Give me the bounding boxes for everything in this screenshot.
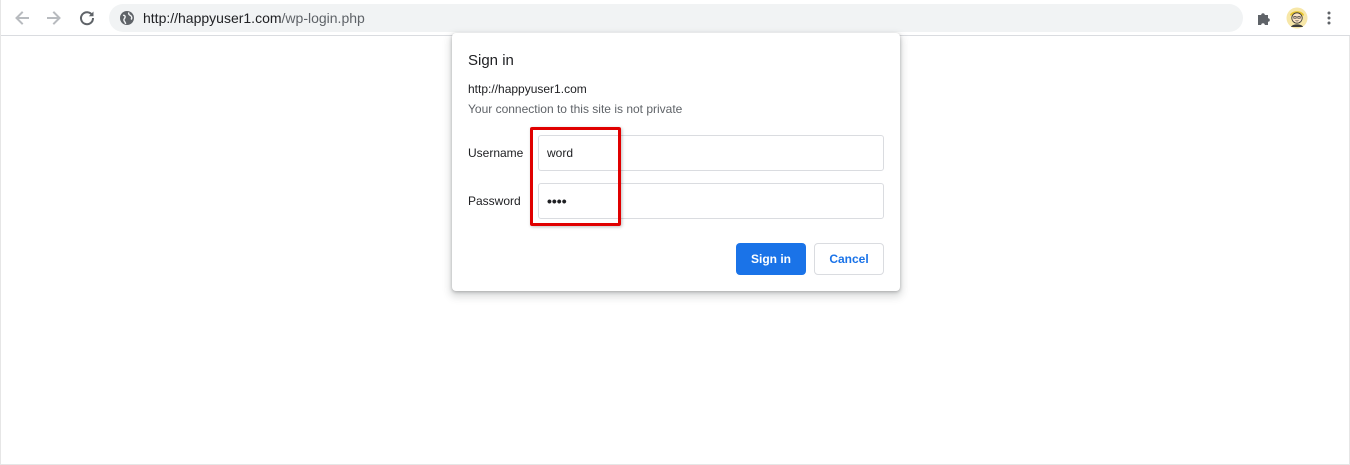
reload-icon [80, 11, 95, 26]
avatar-icon [1286, 7, 1308, 29]
password-input[interactable]: •••• [538, 183, 884, 219]
browser-toolbar: http://happyuser1.com/wp-login.php [1, 0, 1350, 36]
kebab-menu-icon [1327, 11, 1331, 25]
connection-warning: Your connection to this site is not priv… [468, 102, 683, 116]
reload-button[interactable] [75, 6, 99, 30]
dialog-title: Sign in [468, 52, 514, 69]
browser-window: http://happyuser1.com/wp-login.php Sign … [0, 0, 1350, 465]
cancel-button[interactable]: Cancel [814, 243, 884, 275]
puzzle-icon [1258, 13, 1270, 25]
username-label: Username [468, 146, 524, 160]
forward-arrow-icon [47, 11, 61, 25]
password-label: Password [468, 194, 521, 208]
browser-menu-button[interactable] [1317, 6, 1341, 30]
back-button[interactable] [10, 6, 34, 30]
username-input[interactable]: word [538, 135, 884, 171]
back-arrow-icon [15, 11, 29, 25]
address-bar[interactable]: http://happyuser1.com/wp-login.php [109, 4, 1243, 32]
sign-in-button[interactable]: Sign in [736, 243, 806, 275]
url-text: http://happyuser1.com/wp-login.php [143, 10, 365, 26]
forward-button[interactable] [42, 6, 66, 30]
globe-icon[interactable] [119, 10, 135, 26]
profile-button[interactable] [1285, 6, 1309, 30]
url-host: http://happyuser1.com [143, 10, 282, 26]
url-path: /wp-login.php [281, 10, 365, 26]
dialog-origin: http://happyuser1.com [468, 82, 587, 96]
sign-in-dialog: Sign in http://happyuser1.com Your conne… [452, 33, 900, 291]
extensions-button[interactable] [1252, 6, 1276, 30]
